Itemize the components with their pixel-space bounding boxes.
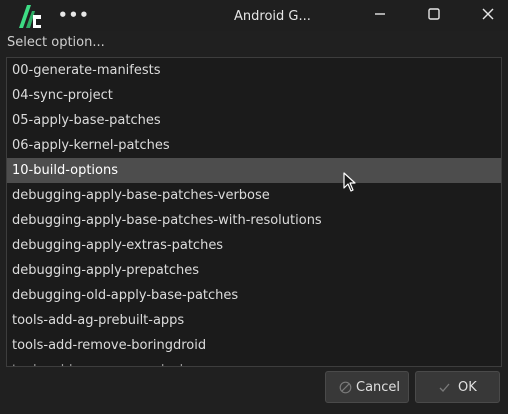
ok-button-label: OK [458,380,477,395]
cancel-circle-icon [339,381,352,394]
ok-button[interactable]: OK [415,371,500,403]
list-item[interactable]: 04-sync-project [7,83,501,108]
close-icon[interactable] [474,2,502,26]
list-item[interactable]: 06-apply-kernel-patches [7,133,501,158]
list-item[interactable]: debugging-apply-base-patches-verbose [7,183,501,208]
title-bar[interactable]: ••• Android G... [0,0,508,31]
maximize-icon[interactable] [420,2,448,26]
options-list[interactable]: 00-generate-manifests 04-sync-project 05… [6,57,502,367]
window-title: Android G... [234,9,311,24]
dialog-window: ••• Android G... Select option... 00-gen… [0,0,508,414]
list-item[interactable]: 00-generate-manifests [7,58,501,83]
mouse-pointer-icon [343,172,356,192]
cancel-button[interactable]: Cancel [325,371,409,403]
list-item[interactable]: tools-add-ag-prebuilt-apps [7,308,501,333]
android-generic-logo-icon [19,5,41,28]
list-item[interactable]: debugging-old-apply-base-patches [7,283,501,308]
minimize-icon[interactable] [366,2,394,26]
list-item[interactable]: debugging-apply-base-patches-with-resolu… [7,208,501,233]
cancel-button-label: Cancel [356,380,401,395]
menu-button[interactable]: ••• [58,5,90,25]
list-item[interactable]: debugging-apply-extras-patches [7,233,501,258]
list-item[interactable]: 05-apply-base-patches [7,108,501,133]
list-item-selected[interactable]: 10-build-options [7,158,501,183]
list-item[interactable]: tools-add-remove-boringdroid [7,333,501,358]
list-item[interactable]: tools-add-remove-gearlock [7,358,501,366]
prompt-label: Select option... [7,35,105,50]
list-item[interactable]: debugging-apply-prepatches [7,258,501,283]
checkmark-icon [439,383,450,392]
